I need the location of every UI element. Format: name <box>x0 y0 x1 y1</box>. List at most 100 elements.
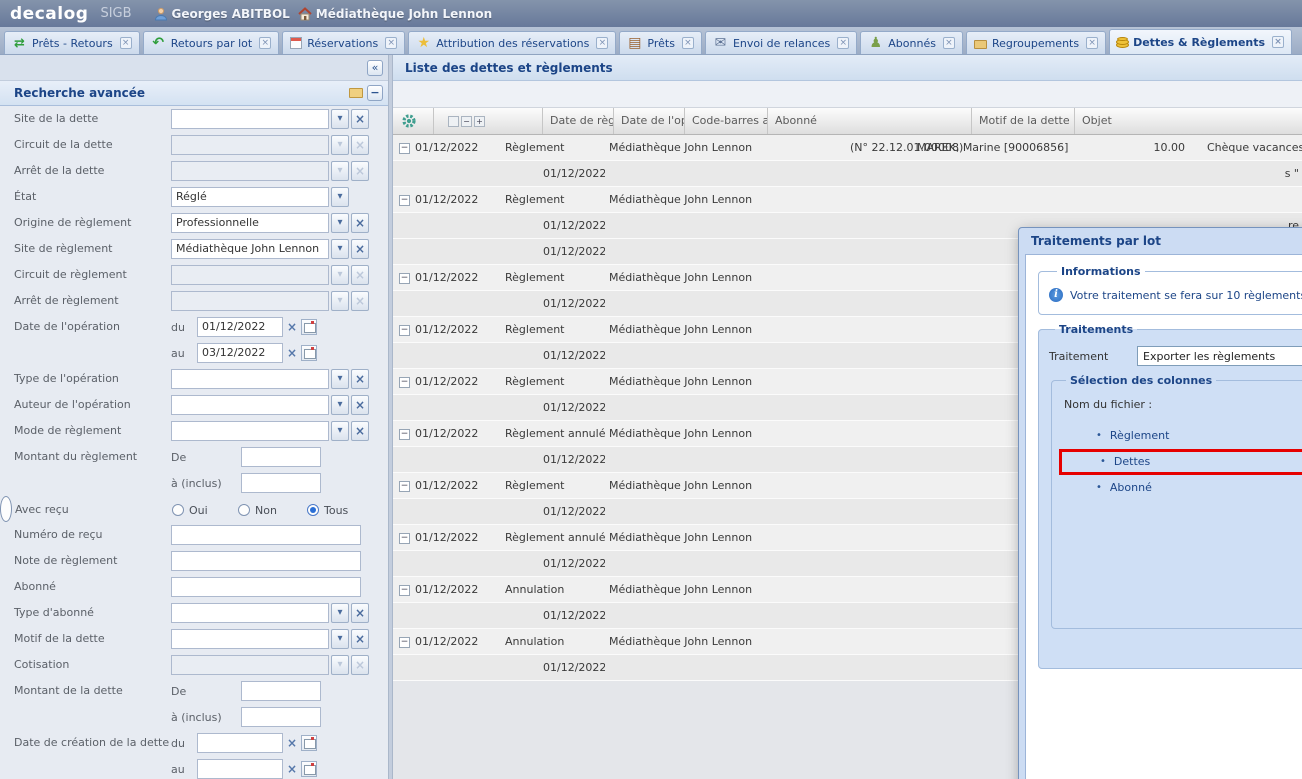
calendar-icon[interactable] <box>301 761 317 777</box>
grid-settings-cell[interactable] <box>393 108 434 134</box>
tab[interactable]: Abonnés × <box>860 31 963 54</box>
column-header[interactable]: Motif de la dette <box>972 108 1075 134</box>
dropdown-field[interactable]: Médiathèque John Lennon <box>171 239 329 259</box>
dropdown-field[interactable] <box>171 655 329 675</box>
clear-field-icon[interactable] <box>351 369 369 389</box>
clear-field-icon[interactable] <box>351 161 369 181</box>
collapse-row-icon[interactable] <box>399 481 410 492</box>
chevron-down-icon[interactable] <box>331 369 349 389</box>
dropdown-field[interactable] <box>171 629 329 649</box>
radio-option[interactable]: Non <box>238 504 307 517</box>
tab[interactable]: Dettes & Règlements × <box>1109 29 1292 54</box>
tab[interactable]: Retours par lot × <box>143 31 280 54</box>
table-row[interactable]: 01/12/2022 01/12/2022 s " <box>393 161 1302 187</box>
collapse-row-icon[interactable] <box>399 377 410 388</box>
minimize-panel-icon[interactable]: − <box>367 85 383 101</box>
clear-field-icon[interactable] <box>351 655 369 675</box>
tab-close-icon[interactable]: × <box>385 37 397 49</box>
dropdown-field[interactable] <box>171 109 329 129</box>
tab-close-icon[interactable]: × <box>682 37 694 49</box>
tab-close-icon[interactable]: × <box>1272 36 1284 48</box>
column-header[interactable]: Objet <box>1075 108 1302 134</box>
date-input[interactable]: 03/12/2022 <box>197 343 283 363</box>
radio-icon[interactable] <box>307 504 319 516</box>
amount-input[interactable] <box>241 473 321 493</box>
clear-date-icon[interactable]: × <box>285 736 299 750</box>
column-header[interactable]: Abonné <box>768 108 972 134</box>
tab-close-icon[interactable]: × <box>1086 37 1098 49</box>
tab[interactable]: Prêts × <box>619 31 702 54</box>
gear-icon[interactable] <box>401 113 417 129</box>
column-header[interactable]: Code-barres ab <box>685 108 768 134</box>
expand-all-icon[interactable]: + <box>474 116 485 127</box>
clear-date-icon[interactable]: × <box>285 346 299 360</box>
tab-close-icon[interactable]: × <box>120 37 132 49</box>
tab-close-icon[interactable]: × <box>259 37 271 49</box>
collapse-row-icon[interactable] <box>399 325 410 336</box>
chevron-down-icon[interactable] <box>331 395 349 415</box>
collapse-sidebar-icon[interactable]: « <box>367 60 383 76</box>
chevron-down-icon[interactable] <box>331 213 349 233</box>
date-input[interactable]: 01/12/2022 <box>197 317 283 337</box>
clear-field-icon[interactable] <box>351 421 369 441</box>
dialog-title-bar[interactable]: Traitements par lot × <box>1019 228 1302 254</box>
chevron-down-icon[interactable] <box>331 161 349 181</box>
tab[interactable]: Prêts - Retours × <box>4 31 140 54</box>
table-row[interactable]: 01/12/2022 Règlement Médiathèque John Le… <box>393 187 1302 213</box>
dropdown-field[interactable] <box>171 421 329 441</box>
chevron-down-icon[interactable] <box>331 109 349 129</box>
collapse-none-icon[interactable] <box>448 116 459 127</box>
chevron-down-icon[interactable] <box>331 239 349 259</box>
text-input[interactable] <box>171 577 361 597</box>
treatment-select[interactable]: Exporter les règlements <box>1137 346 1302 366</box>
chevron-down-icon[interactable] <box>331 265 349 285</box>
collapse-row-icon[interactable] <box>399 585 410 596</box>
clear-field-icon[interactable] <box>351 135 369 155</box>
collapse-all-icon[interactable]: − <box>461 116 472 127</box>
chevron-down-icon[interactable] <box>331 603 349 623</box>
chevron-down-icon[interactable] <box>331 135 349 155</box>
collapse-row-icon[interactable] <box>399 195 410 206</box>
column-header[interactable]: Date de règle <box>543 108 614 134</box>
collapse-row-icon[interactable] <box>399 143 410 154</box>
clear-field-icon[interactable] <box>351 265 369 285</box>
date-input[interactable] <box>197 733 283 753</box>
dropdown-field[interactable] <box>171 291 329 311</box>
tab-close-icon[interactable]: × <box>837 37 849 49</box>
dropdown-field[interactable] <box>171 369 329 389</box>
dropdown-field[interactable]: Réglé <box>171 187 329 207</box>
chevron-down-icon[interactable] <box>331 291 349 311</box>
tab[interactable]: Envoi de relances × <box>705 31 857 54</box>
clear-field-icon[interactable] <box>351 109 369 129</box>
collapse-row-icon[interactable] <box>399 429 410 440</box>
text-input[interactable] <box>171 551 361 571</box>
collapse-row-icon[interactable] <box>399 533 410 544</box>
chevron-down-icon[interactable] <box>331 629 349 649</box>
clear-field-icon[interactable] <box>351 239 369 259</box>
chevron-down-icon[interactable] <box>331 421 349 441</box>
column-header[interactable]: Date de l'opé <box>614 108 685 134</box>
dropdown-field[interactable] <box>171 265 329 285</box>
table-row[interactable]: 01/12/2022 Règlement Médiathèque John Le… <box>393 135 1302 161</box>
dropdown-field[interactable] <box>171 135 329 155</box>
tab[interactable]: Regroupements × <box>966 31 1106 54</box>
tab-close-icon[interactable]: × <box>943 37 955 49</box>
collapse-row-icon[interactable] <box>399 637 410 648</box>
text-input[interactable] <box>171 525 361 545</box>
calendar-icon[interactable] <box>301 735 317 751</box>
clear-field-icon[interactable] <box>351 291 369 311</box>
collapse-row-icon[interactable] <box>399 273 410 284</box>
amount-input[interactable] <box>241 681 321 701</box>
clear-field-icon[interactable] <box>351 603 369 623</box>
current-site[interactable]: Médiathèque John Lennon <box>298 7 492 21</box>
clear-field-icon[interactable] <box>351 213 369 233</box>
clear-date-icon[interactable]: × <box>285 762 299 776</box>
chevron-down-icon[interactable] <box>331 187 349 207</box>
tab[interactable]: Attribution des réservations × <box>408 31 616 54</box>
radio-option[interactable]: Tous <box>307 504 348 517</box>
radio-icon[interactable] <box>172 504 184 516</box>
saved-search-icon[interactable] <box>349 88 363 98</box>
radio-icon[interactable] <box>238 504 250 516</box>
clear-field-icon[interactable] <box>351 629 369 649</box>
amount-input[interactable] <box>241 447 321 467</box>
